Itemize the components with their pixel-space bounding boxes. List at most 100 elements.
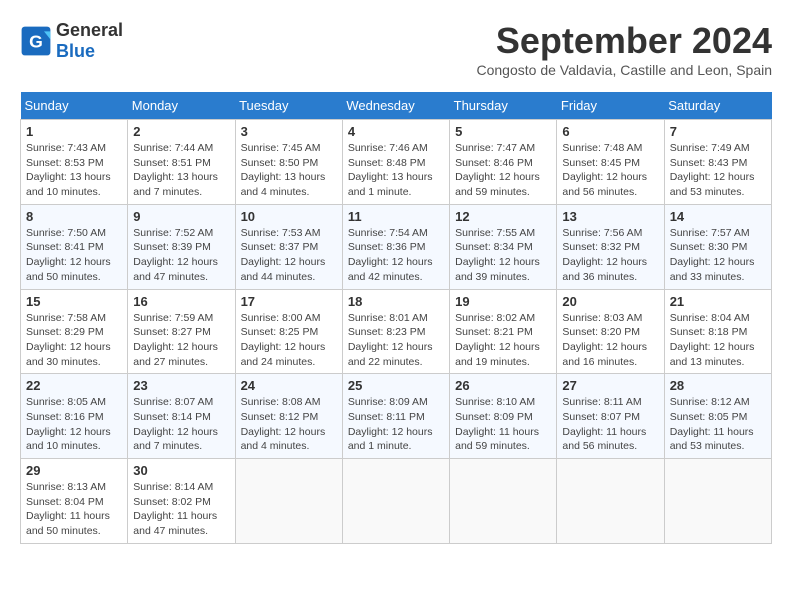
logo-text-blue: Blue [56, 41, 95, 61]
day-detail: Sunrise: 7:46 AMSunset: 8:48 PMDaylight:… [348, 141, 444, 200]
svg-text:G: G [29, 31, 43, 51]
calendar-cell: 28 Sunrise: 8:12 AMSunset: 8:05 PMDayligh… [664, 374, 771, 459]
day-detail: Sunrise: 8:01 AMSunset: 8:23 PMDaylight:… [348, 311, 444, 370]
day-number: 16 [133, 294, 229, 309]
day-detail: Sunrise: 7:50 AMSunset: 8:41 PMDaylight:… [26, 226, 122, 285]
calendar-cell: 11 Sunrise: 7:54 AMSunset: 8:36 PMDayligh… [342, 204, 449, 289]
month-title: September 2024 [477, 20, 773, 62]
logo-text-general: General [56, 20, 123, 40]
day-number: 15 [26, 294, 122, 309]
day-number: 23 [133, 378, 229, 393]
calendar-cell: 16 Sunrise: 7:59 AMSunset: 8:27 PMDayligh… [128, 289, 235, 374]
weekday-header-friday: Friday [557, 92, 664, 120]
day-number: 19 [455, 294, 551, 309]
day-number: 11 [348, 209, 444, 224]
day-number: 14 [670, 209, 766, 224]
weekday-header-thursday: Thursday [450, 92, 557, 120]
weekday-header-tuesday: Tuesday [235, 92, 342, 120]
calendar-cell: 25Sunrise: 8:09 AMSunset: 8:11 PMDayligh… [342, 374, 449, 459]
calendar-cell: 3 Sunrise: 7:45 AMSunset: 8:50 PMDaylight… [235, 120, 342, 205]
calendar-cell [557, 459, 664, 544]
calendar-cell: 21Sunrise: 8:04 AMSunset: 8:18 PMDayligh… [664, 289, 771, 374]
day-number: 3 [241, 124, 337, 139]
calendar-cell: 29 Sunrise: 8:13 AMSunset: 8:04 PMDayligh… [21, 459, 128, 544]
calendar-cell: 17 Sunrise: 8:00 AMSunset: 8:25 PMDayligh… [235, 289, 342, 374]
day-detail: Sunrise: 7:56 AMSunset: 8:32 PMDaylight:… [562, 226, 658, 285]
day-number: 5 [455, 124, 551, 139]
day-detail: Sunrise: 7:59 AMSunset: 8:27 PMDaylight:… [133, 311, 229, 370]
calendar-cell: 9 Sunrise: 7:52 AMSunset: 8:39 PMDaylight… [128, 204, 235, 289]
calendar-cell [450, 459, 557, 544]
calendar-cell: 14 Sunrise: 7:57 AMSunset: 8:30 PMDayligh… [664, 204, 771, 289]
day-number: 30 [133, 463, 229, 478]
calendar-cell: 26 Sunrise: 8:10 AMSunset: 8:09 PMDayligh… [450, 374, 557, 459]
day-number: 1 [26, 124, 122, 139]
calendar-cell: 10Sunrise: 7:53 AMSunset: 8:37 PMDayligh… [235, 204, 342, 289]
calendar-cell: 30 Sunrise: 8:14 AMSunset: 8:02 PMDayligh… [128, 459, 235, 544]
day-detail: Sunrise: 8:00 AMSunset: 8:25 PMDaylight:… [241, 311, 337, 370]
day-detail: Sunrise: 8:10 AMSunset: 8:09 PMDaylight:… [455, 395, 551, 454]
day-detail: Sunrise: 8:03 AMSunset: 8:20 PMDaylight:… [562, 311, 658, 370]
day-detail: Sunrise: 8:12 AMSunset: 8:05 PMDaylight:… [670, 395, 766, 454]
day-number: 6 [562, 124, 658, 139]
day-detail: Sunrise: 8:11 AMSunset: 8:07 PMDaylight:… [562, 395, 658, 454]
day-detail: Sunrise: 7:52 AMSunset: 8:39 PMDaylight:… [133, 226, 229, 285]
day-number: 9 [133, 209, 229, 224]
logo-icon: G [20, 25, 52, 57]
day-detail: Sunrise: 7:47 AMSunset: 8:46 PMDaylight:… [455, 141, 551, 200]
subtitle: Congosto de Valdavia, Castille and Leon,… [477, 62, 773, 78]
day-detail: Sunrise: 7:45 AMSunset: 8:50 PMDaylight:… [241, 141, 337, 200]
calendar-cell: 23 Sunrise: 8:07 AMSunset: 8:14 PMDayligh… [128, 374, 235, 459]
day-detail: Sunrise: 7:57 AMSunset: 8:30 PMDaylight:… [670, 226, 766, 285]
weekday-header-monday: Monday [128, 92, 235, 120]
day-detail: Sunrise: 8:07 AMSunset: 8:14 PMDaylight:… [133, 395, 229, 454]
day-number: 25 [348, 378, 444, 393]
calendar-cell: 19 Sunrise: 8:02 AMSunset: 8:21 PMDayligh… [450, 289, 557, 374]
calendar-cell: 22Sunrise: 8:05 AMSunset: 8:16 PMDayligh… [21, 374, 128, 459]
calendar-cell: 13 Sunrise: 7:56 AMSunset: 8:32 PMDayligh… [557, 204, 664, 289]
day-number: 17 [241, 294, 337, 309]
logo: G General Blue [20, 20, 123, 62]
day-detail: Sunrise: 8:05 AMSunset: 8:16 PMDaylight:… [26, 395, 122, 454]
day-detail: Sunrise: 7:44 AMSunset: 8:51 PMDaylight:… [133, 141, 229, 200]
calendar-cell: 4 Sunrise: 7:46 AMSunset: 8:48 PMDaylight… [342, 120, 449, 205]
day-number: 29 [26, 463, 122, 478]
calendar-cell: 2 Sunrise: 7:44 AMSunset: 8:51 PMDaylight… [128, 120, 235, 205]
weekday-header-wednesday: Wednesday [342, 92, 449, 120]
calendar-cell: 18 Sunrise: 8:01 AMSunset: 8:23 PMDayligh… [342, 289, 449, 374]
calendar-cell: 6Sunrise: 7:48 AMSunset: 8:45 PMDaylight… [557, 120, 664, 205]
day-number: 24 [241, 378, 337, 393]
calendar-cell: 12Sunrise: 7:55 AMSunset: 8:34 PMDayligh… [450, 204, 557, 289]
calendar-cell: 5 Sunrise: 7:47 AMSunset: 8:46 PMDaylight… [450, 120, 557, 205]
day-number: 8 [26, 209, 122, 224]
day-number: 20 [562, 294, 658, 309]
day-number: 12 [455, 209, 551, 224]
calendar-cell: 24 Sunrise: 8:08 AMSunset: 8:12 PMDayligh… [235, 374, 342, 459]
day-detail: Sunrise: 8:08 AMSunset: 8:12 PMDaylight:… [241, 395, 337, 454]
day-detail: Sunrise: 8:13 AMSunset: 8:04 PMDaylight:… [26, 480, 122, 539]
weekday-header-sunday: Sunday [21, 92, 128, 120]
day-number: 28 [670, 378, 766, 393]
calendar-cell [235, 459, 342, 544]
calendar-cell: 15 Sunrise: 7:58 AMSunset: 8:29 PMDayligh… [21, 289, 128, 374]
day-detail: Sunrise: 7:58 AMSunset: 8:29 PMDaylight:… [26, 311, 122, 370]
day-detail: Sunrise: 7:49 AMSunset: 8:43 PMDaylight:… [670, 141, 766, 200]
calendar: SundayMondayTuesdayWednesdayThursdayFrid… [20, 92, 772, 544]
day-detail: Sunrise: 8:04 AMSunset: 8:18 PMDaylight:… [670, 311, 766, 370]
day-detail: Sunrise: 7:54 AMSunset: 8:36 PMDaylight:… [348, 226, 444, 285]
day-number: 2 [133, 124, 229, 139]
calendar-cell: 8 Sunrise: 7:50 AMSunset: 8:41 PMDaylight… [21, 204, 128, 289]
calendar-cell: 1Sunrise: 7:43 AMSunset: 8:53 PMDaylight… [21, 120, 128, 205]
weekday-header-saturday: Saturday [664, 92, 771, 120]
day-number: 26 [455, 378, 551, 393]
day-number: 13 [562, 209, 658, 224]
day-number: 27 [562, 378, 658, 393]
day-number: 18 [348, 294, 444, 309]
day-number: 4 [348, 124, 444, 139]
day-detail: Sunrise: 8:02 AMSunset: 8:21 PMDaylight:… [455, 311, 551, 370]
calendar-cell: 27 Sunrise: 8:11 AMSunset: 8:07 PMDayligh… [557, 374, 664, 459]
day-number: 10 [241, 209, 337, 224]
day-detail: Sunrise: 8:14 AMSunset: 8:02 PMDaylight:… [133, 480, 229, 539]
calendar-cell: 20 Sunrise: 8:03 AMSunset: 8:20 PMDayligh… [557, 289, 664, 374]
calendar-cell [342, 459, 449, 544]
